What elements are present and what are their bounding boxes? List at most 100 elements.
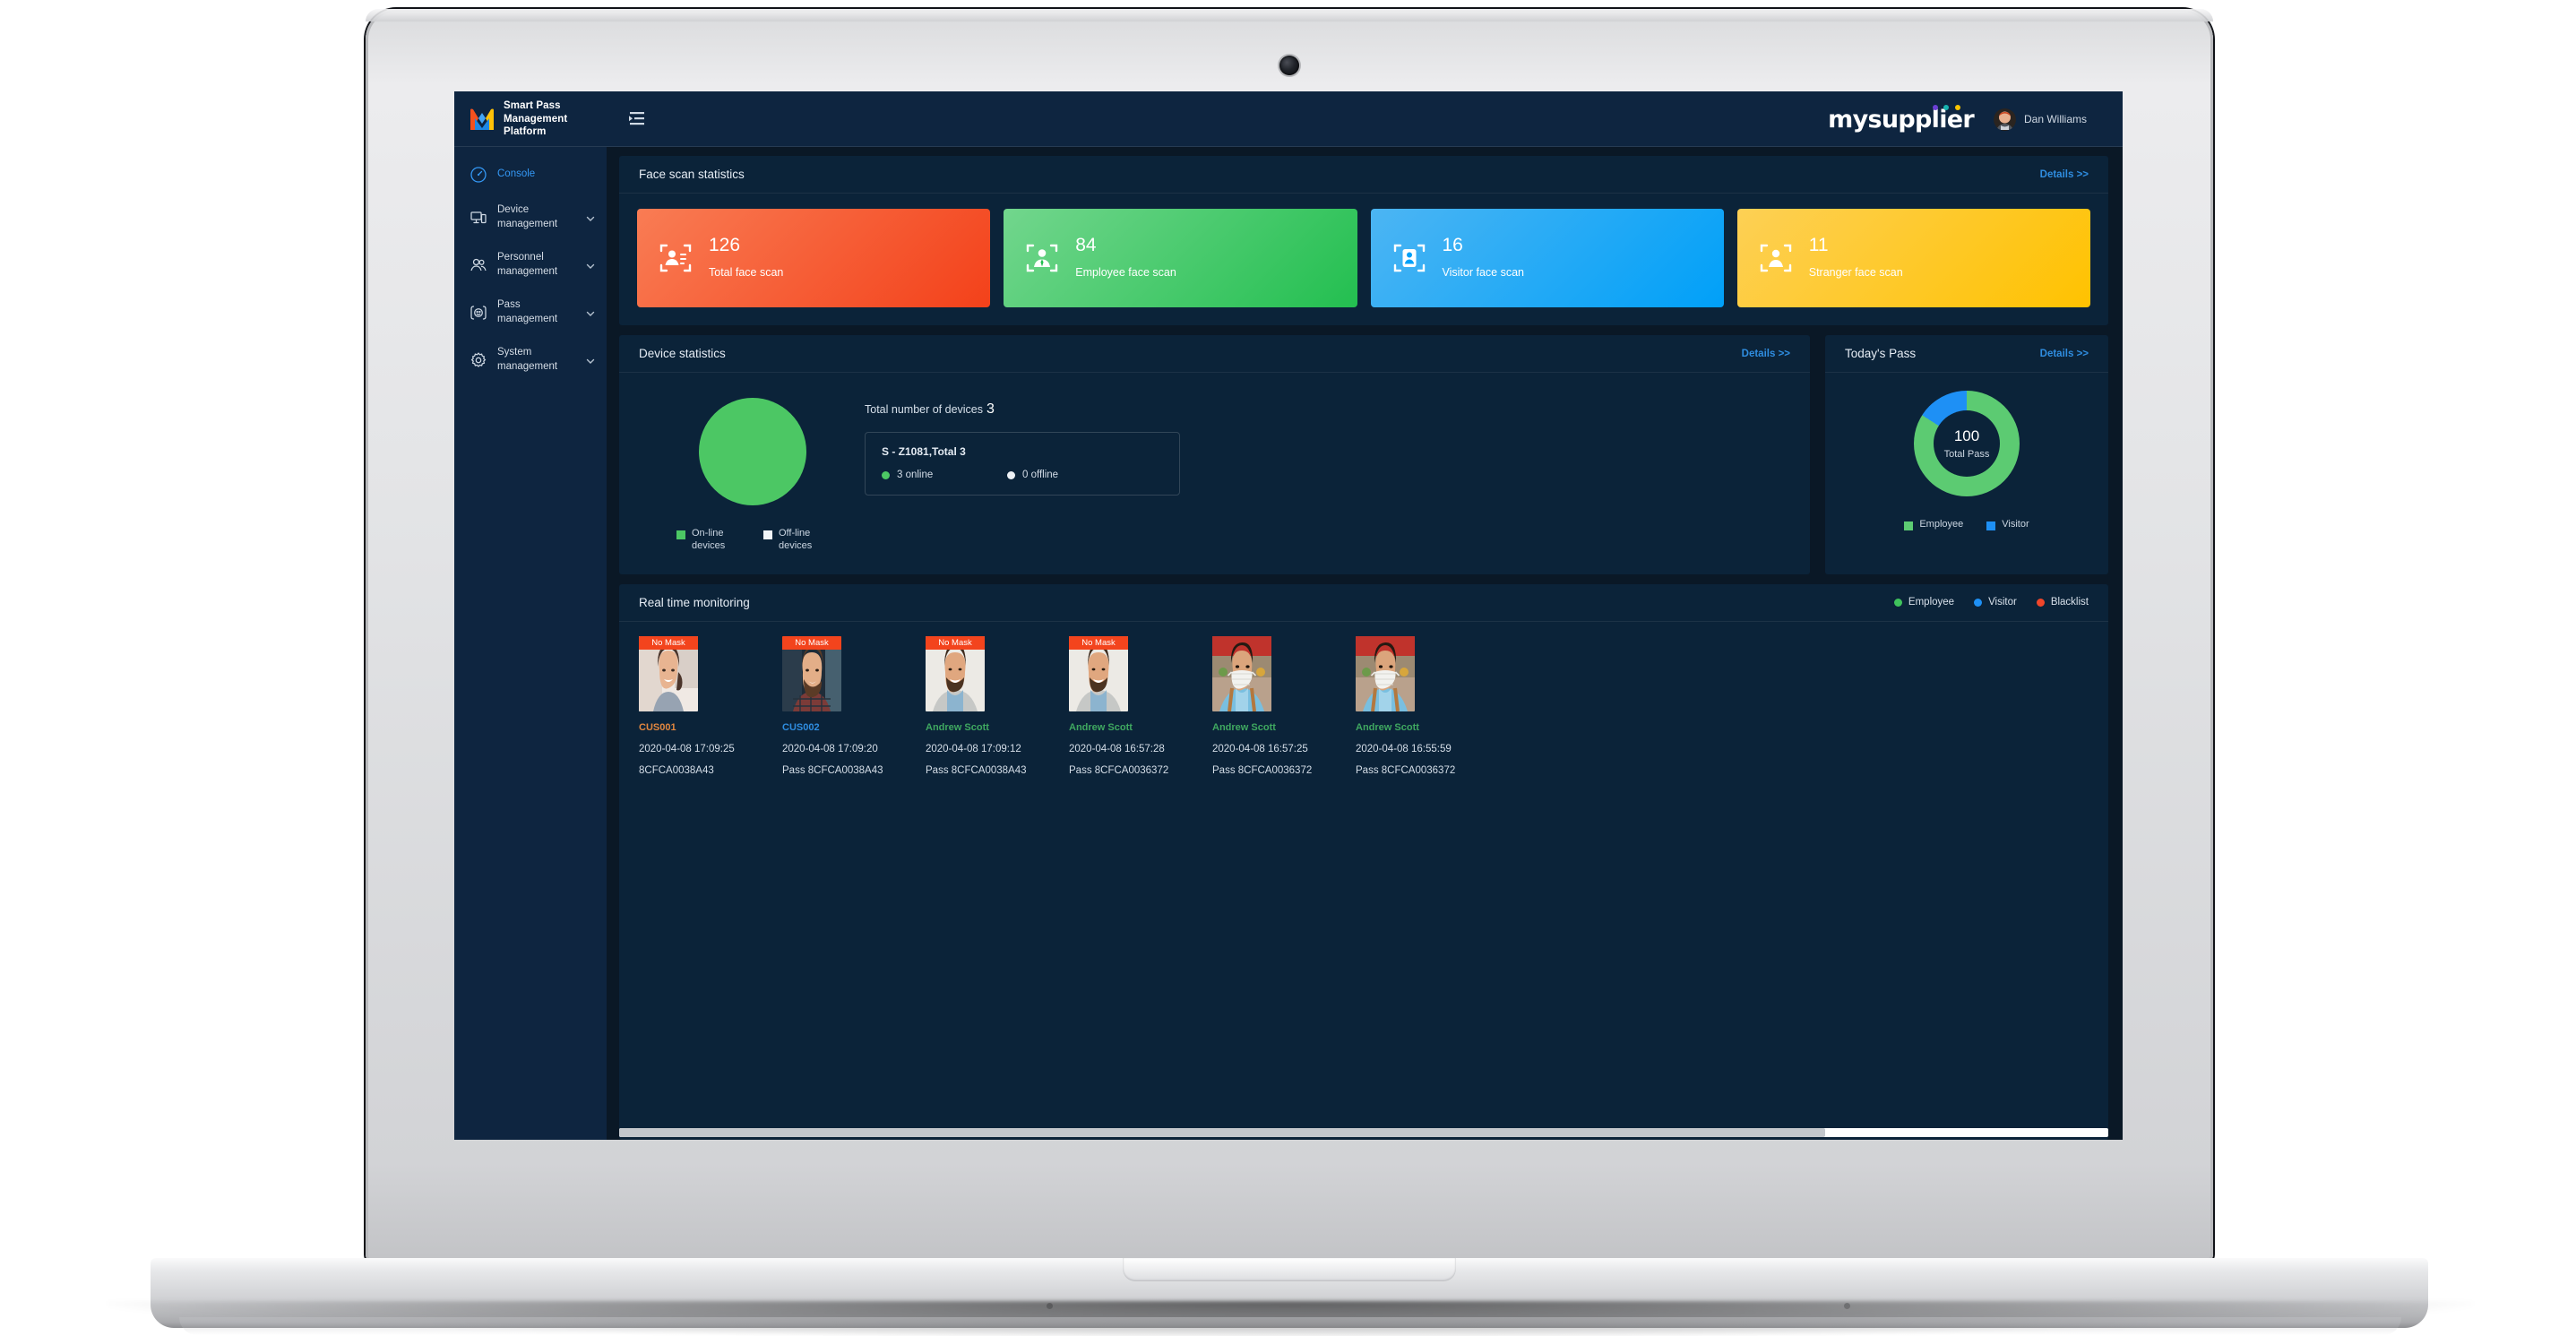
brand-title-line1: Smart Pass [504,100,561,112]
mask-status-badge: No Mask [1069,635,1128,650]
main-body: Console Device management Personnel mana… [454,147,2123,1140]
device-total-line: Total number of devices 3 [865,401,1788,418]
chevron-down-icon [585,355,596,366]
sidebar-item-device-management[interactable]: Device management [454,194,607,241]
stat-card-employee-face-scan[interactable]: 84 Employee face scan [1004,209,1357,307]
device-statistics-details: Total number of devices 3 S - Z1081,Total… [865,389,1788,553]
stat-value: 16 [1442,235,1463,255]
legend-swatch [1986,521,1996,530]
todays-pass-header: Today's Pass Details >> [1825,335,2108,373]
dashboard-icon [470,166,487,184]
sidebar: Console Device management Personnel mana… [454,147,607,1140]
device-group-stats: 3 online 0 offline [882,470,1163,480]
device-total-label: Total number of devices [865,403,984,416]
collapse-sidebar-icon[interactable] [623,106,650,133]
monitoring-card[interactable]: Andrew Scott 2020-04-08 16:57:25 Pass 8C… [1212,635,1356,1141]
monitoring-person-name: CUS002 [782,721,820,733]
device-statistics-header: Device statistics Details >> [619,335,1810,373]
stat-card-visitor-face-scan[interactable]: 16 Visitor face scan [1370,209,1724,307]
logo-dot-teal [1943,104,1949,110]
legend-blacklist: Blacklist [2036,597,2089,608]
stat-card-text: 16 Visitor face scan [1443,236,1524,280]
legend-label: On-line devices [692,528,726,551]
people-icon [470,256,487,274]
legend-offline-devices: Off-line devices [763,528,829,553]
device-pie [699,398,806,505]
laptop-screen: Smart Pass Management Platform mysupplie… [454,91,2123,1140]
legend-label: Visitor [1988,597,2017,608]
device-online-stat: 3 online [882,470,1007,480]
face-scan-visitor-icon [1392,241,1426,275]
monitoring-card[interactable]: No Mask [1069,635,1212,1141]
monitoring-card[interactable]: No Mask [926,635,1069,1141]
face-scan-details-link[interactable]: Details >> [2040,169,2089,180]
man-grey-jacket-photo: No Mask [1069,635,1128,711]
logo-dot-yellow [1954,104,1960,110]
laptop-reflection [179,1317,2401,1335]
monitoring-card[interactable]: No Mask [782,635,926,1141]
sidebar-item-label: Console [497,168,536,180]
stat-card-text: 126 Total face scan [709,236,783,280]
horizontal-scrollbar[interactable] [619,1128,2108,1137]
stat-value: 126 [709,235,741,255]
legend-label: Off-line devices [779,528,813,551]
legend-label: Employee [1908,597,1955,608]
monitoring-card[interactable]: Andrew Scott 2020-04-08 16:55:59 Pass 8C… [1356,635,1499,1141]
donut-total-label: Total Pass [1943,449,1990,460]
woman-smiling-photo: No Mask [639,635,698,711]
monitoring-pass-code: Pass 8CFCA0036372 [1212,764,1313,776]
panel-title: Today's Pass [1845,347,1917,360]
monitoring-timestamp: 2020-04-08 17:09:12 [926,743,1021,754]
monitoring-card[interactable]: No Mask [639,635,782,1141]
brand-block: Smart Pass Management Platform [454,99,607,138]
screenshot-stage: Smart Pass Management Platform mysupplie… [0,0,2576,1336]
monitoring-timestamp: 2020-04-08 16:55:59 [1356,743,1452,754]
monitoring-pass-code: 8CFCA0038A43 [639,764,714,776]
webcam-icon [1279,56,1299,75]
top-bar-right: mysupplier Dan Williams [1828,104,2123,134]
middle-row: Device statistics Details >> On-line dev… [619,335,2108,574]
legend-swatch [763,530,772,539]
face-scan-cards: 126 Total face scan 84 Employee face sca… [619,194,2108,325]
chevron-down-icon [585,307,596,318]
face-pass-icon [470,304,487,322]
panel-title: Face scan statistics [639,168,745,181]
face-scan-employee-icon [1025,241,1059,275]
stat-card-stranger-face-scan[interactable]: 11 Stranger face scan [1736,209,2090,307]
brand-title-line2: Management Platform [504,113,568,138]
user-name: Dan Williams [2023,113,2087,125]
app-window: Smart Pass Management Platform mysupplie… [454,91,2123,1140]
logo-dot-purple [1932,104,1938,110]
device-online-label: 3 online [897,470,934,480]
legend-dot-employee [1893,598,1902,607]
bearded-man-plaid-photo: No Mask [782,635,841,711]
user-menu[interactable]: Dan Williams [1993,108,2087,131]
sidebar-item-system-management[interactable]: System management [454,336,607,384]
stat-label: Visitor face scan [1442,266,1524,279]
monitoring-pass-code: Pass 8CFCA0038A43 [782,764,883,776]
device-pie-chart: On-line devices Off-line devices [641,389,865,553]
sidebar-item-console[interactable]: Console [454,156,607,194]
sidebar-item-pass-management[interactable]: Pass management [454,289,607,336]
lid-top-highlight [366,9,2213,22]
sidebar-item-personnel-management[interactable]: Personnel management [454,241,607,289]
monitoring-timestamp: 2020-04-08 16:57:28 [1069,743,1165,754]
scrollbar-thumb[interactable] [619,1128,1826,1137]
stat-card-total-face-scan[interactable]: 126 Total face scan [637,209,991,307]
todays-pass-details-link[interactable]: Details >> [2040,349,2089,359]
device-statistics-body: On-line devices Off-line devices Total n… [619,373,1810,574]
monitoring-timestamp: 2020-04-08 17:09:20 [782,743,878,754]
todays-pass-body: 100 Total Pass Employee Visitor [1825,373,2108,547]
stat-value: 84 [1075,235,1097,255]
monitoring-card-list: No Mask CUS001 2020-04-08 17:09:25 8CFCA… [619,622,2108,1141]
legend-visitor: Visitor [1986,519,2029,531]
monitoring-person-name: Andrew Scott [926,721,989,733]
stat-label: Employee face scan [1075,266,1176,279]
status-dot-offline [1007,470,1015,479]
device-statistics-details-link[interactable]: Details >> [1742,349,1790,359]
device-total-value: 3 [986,401,995,417]
masked-worker-photo [1212,635,1271,711]
mask-status-badge: No Mask [639,635,698,650]
monitoring-pass-code: Pass 8CFCA0036372 [1069,764,1169,776]
legend-label: Visitor [2002,519,2029,530]
